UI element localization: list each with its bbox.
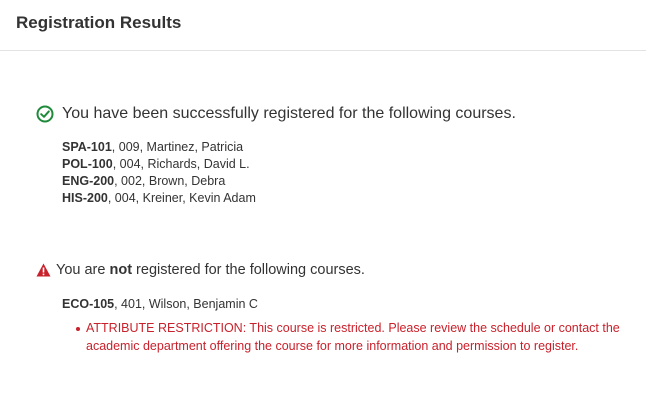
panel-title: Registration Results bbox=[16, 13, 182, 32]
restriction-reason: ATTRIBUTE RESTRICTION: This course is re… bbox=[76, 320, 626, 355]
warning-triangle-icon bbox=[36, 263, 51, 277]
course-code: POL-100 bbox=[62, 157, 113, 171]
registration-results-panel: Registration Results You have been succe… bbox=[0, 0, 646, 410]
course-code: ENG-200 bbox=[62, 174, 115, 188]
course-details: , 004, Kreiner, Kevin Adam bbox=[107, 191, 256, 205]
panel-header: Registration Results bbox=[0, 0, 646, 51]
failed-course-list: ECO-105, 401, Wilson, Benjamin C bbox=[62, 296, 258, 313]
course-code: SPA-101 bbox=[62, 140, 112, 154]
registered-course: ENG-200, 002, Brown, Debra bbox=[62, 173, 256, 190]
failed-course: ECO-105, 401, Wilson, Benjamin C bbox=[62, 296, 258, 313]
success-message: You have been successfully registered fo… bbox=[62, 105, 516, 122]
registered-course-list: SPA-101, 009, Martinez, Patricia POL-100… bbox=[62, 139, 256, 207]
course-details: , 002, Brown, Debra bbox=[114, 174, 226, 188]
registered-course: POL-100, 004, Richards, David L. bbox=[62, 156, 256, 173]
course-details: , 401, Wilson, Benjamin C bbox=[114, 297, 258, 311]
failure-message-suffix: registered for the following courses. bbox=[132, 262, 365, 278]
failure-message-row: You are not registered for the following… bbox=[36, 260, 365, 280]
course-details: , 009, Martinez, Patricia bbox=[111, 140, 244, 154]
failure-message-emphasis: not bbox=[109, 262, 133, 278]
course-code: HIS-200 bbox=[62, 191, 108, 205]
success-message-row: You have been successfully registered fo… bbox=[36, 103, 516, 125]
failure-message: You are not registered for the following… bbox=[56, 262, 365, 278]
registered-course: HIS-200, 004, Kreiner, Kevin Adam bbox=[62, 190, 256, 207]
bullet-icon bbox=[76, 327, 80, 331]
restriction-reason-text: ATTRIBUTE RESTRICTION: This course is re… bbox=[86, 321, 620, 353]
course-details: , 004, Richards, David L. bbox=[112, 157, 250, 171]
failure-message-prefix: You are bbox=[56, 262, 110, 278]
course-code: ECO-105 bbox=[62, 297, 115, 311]
registered-course: SPA-101, 009, Martinez, Patricia bbox=[62, 139, 256, 156]
check-circle-icon bbox=[36, 105, 54, 123]
